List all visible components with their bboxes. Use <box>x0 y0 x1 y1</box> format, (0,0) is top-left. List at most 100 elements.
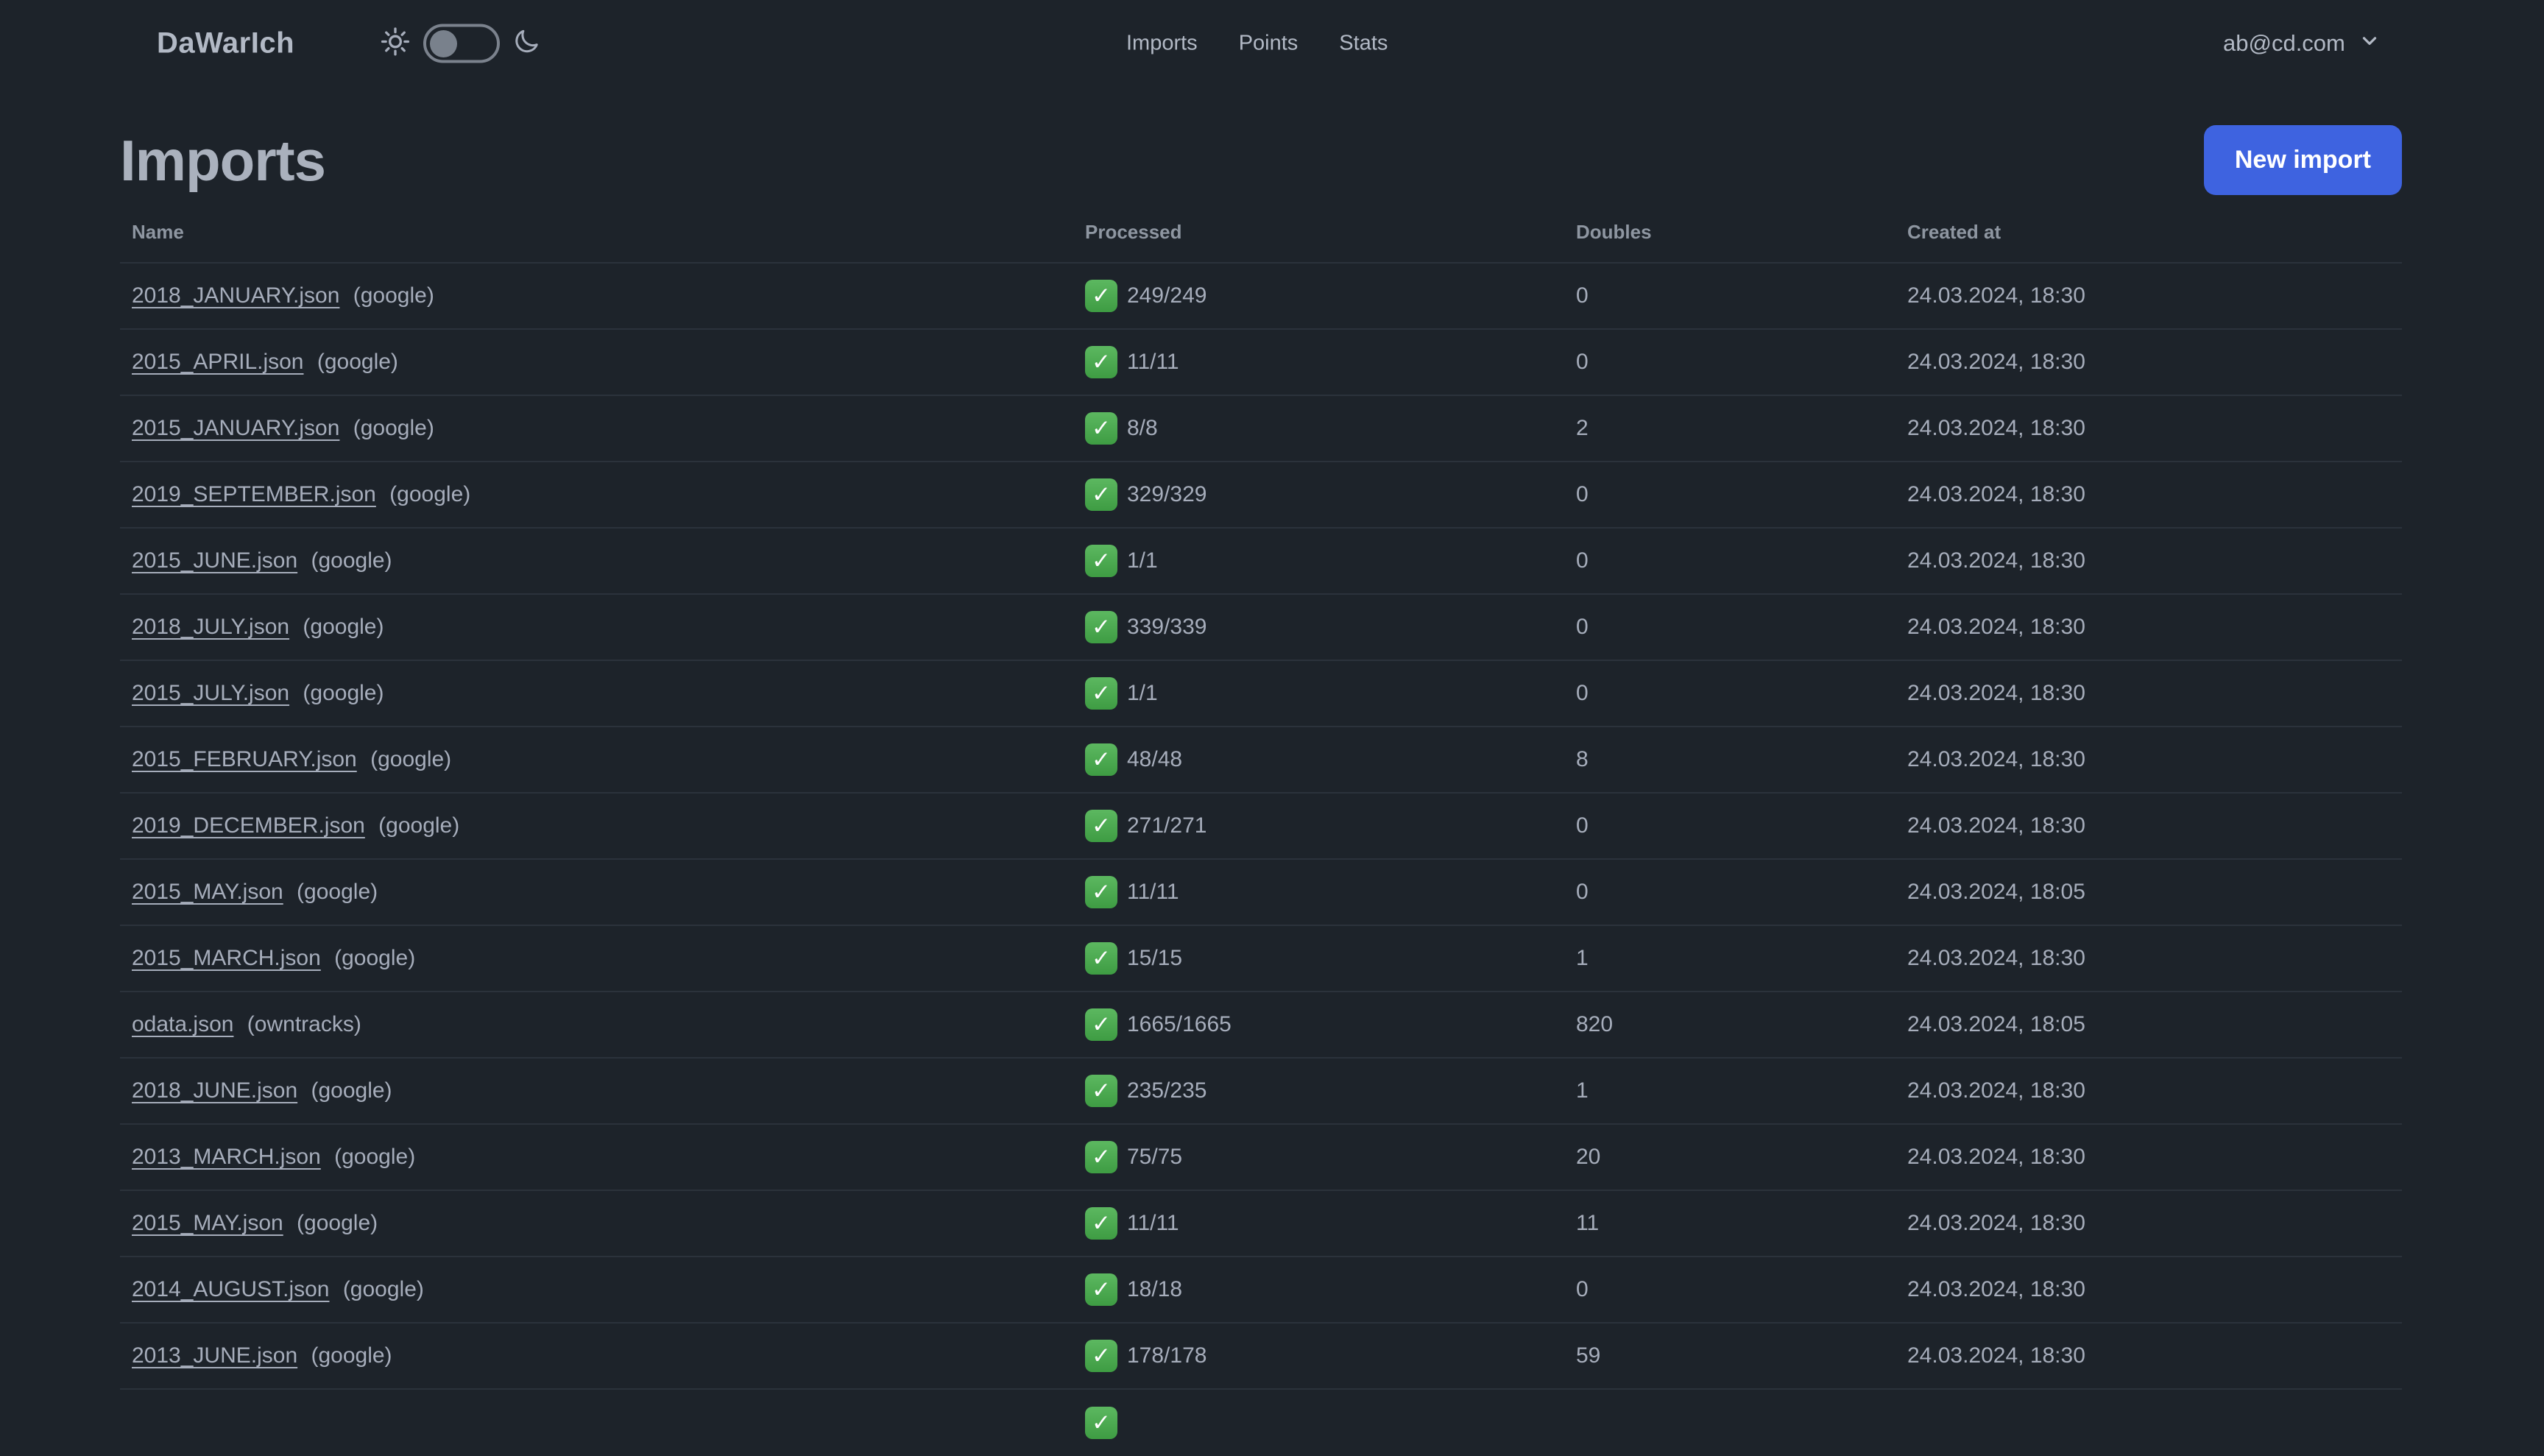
import-file-link[interactable]: 2014_AUGUST.json <box>132 1277 329 1301</box>
cell-doubles: 0 <box>1576 880 1589 904</box>
table-body: 2018_JANUARY.json (google) ✓ 249/249 0 2… <box>120 264 2402 1456</box>
cell-processed: ✓ 249/249 <box>1073 280 1564 312</box>
import-file-link[interactable]: 2015_JULY.json <box>132 681 289 705</box>
check-icon: ✓ <box>1085 677 1117 710</box>
cell-doubles: 8 <box>1576 747 1589 771</box>
processed-count: 75/75 <box>1127 1145 1183 1169</box>
cell-created-at: 24.03.2024, 18:30 <box>1907 681 2085 705</box>
cell-created-at: 24.03.2024, 18:30 <box>1907 615 2085 639</box>
import-source: (owntracks) <box>241 1012 361 1036</box>
table-row: 2019_DECEMBER.json (google) ✓ 271/271 0 … <box>120 794 2402 860</box>
processed-count: 18/18 <box>1127 1277 1183 1301</box>
import-source: (google) <box>311 350 398 374</box>
check-icon: ✓ <box>1085 1273 1117 1306</box>
import-source: (google) <box>290 880 378 904</box>
processed-count: 1/1 <box>1127 681 1158 705</box>
account-menu-trigger[interactable]: ab@cd.com <box>2223 29 2381 57</box>
table-row: 2015_JUNE.json (google) ✓ 1/1 0 24.03.20… <box>120 529 2402 595</box>
cell-name: 2014_AUGUST.json (google) <box>120 1277 1073 1302</box>
import-file-link[interactable]: 2015_MARCH.json <box>132 946 321 970</box>
check-icon: ✓ <box>1085 280 1117 312</box>
check-icon: ✓ <box>1085 1207 1117 1240</box>
import-source: (google) <box>364 747 452 771</box>
table-row: 2015_MARCH.json (google) ✓ 15/15 1 24.03… <box>120 926 2402 992</box>
processed-count: 1/1 <box>1127 548 1158 573</box>
import-source: (google) <box>290 1211 378 1235</box>
imports-table: Name Processed Doubles Created at 2018_J… <box>120 202 2402 1456</box>
cell-processed: ✓ 48/48 <box>1073 743 1564 776</box>
import-file-link[interactable]: 2019_SEPTEMBER.json <box>132 482 376 506</box>
cell-created-at: 24.03.2024, 18:30 <box>1907 813 2085 838</box>
import-file-link[interactable]: 2018_JULY.json <box>132 615 289 639</box>
main-nav: Imports Points Stats <box>1126 32 1388 56</box>
table-row: odata.json (owntracks) ✓ 1665/1665 820 2… <box>120 992 2402 1059</box>
cell-processed: ✓ <box>1073 1407 1564 1439</box>
cell-processed: ✓ 75/75 <box>1073 1141 1564 1173</box>
import-file-link[interactable]: 2015_JANUARY.json <box>132 416 339 440</box>
theme-toggle[interactable] <box>423 24 500 63</box>
cell-doubles: 2 <box>1576 416 1589 440</box>
check-icon: ✓ <box>1085 545 1117 577</box>
import-file-link[interactable]: 2015_MAY.json <box>132 880 283 904</box>
check-icon: ✓ <box>1085 743 1117 776</box>
processed-count: 11/11 <box>1127 1211 1179 1235</box>
cell-name: 2019_DECEMBER.json (google) <box>120 813 1073 838</box>
import-source: (google) <box>305 548 392 573</box>
table-row: 2018_JANUARY.json (google) ✓ 249/249 0 2… <box>120 264 2402 330</box>
cell-processed: ✓ 329/329 <box>1073 478 1564 511</box>
check-icon: ✓ <box>1085 942 1117 975</box>
imports-page: Imports New import Name Processed Double… <box>120 125 2402 1456</box>
cell-processed: ✓ 11/11 <box>1073 1207 1564 1240</box>
import-file-link[interactable]: 2019_DECEMBER.json <box>132 813 365 838</box>
import-source: (google) <box>383 482 471 506</box>
cell-created-at: 24.03.2024, 18:30 <box>1907 1277 2085 1301</box>
cell-created-at: 24.03.2024, 18:30 <box>1907 416 2085 440</box>
new-import-button[interactable]: New import <box>2203 125 2402 195</box>
cell-created-at: 24.03.2024, 18:30 <box>1907 946 2085 970</box>
import-file-link[interactable]: 2018_JUNE.json <box>132 1078 297 1103</box>
check-icon: ✓ <box>1085 478 1117 511</box>
check-icon: ✓ <box>1085 611 1117 643</box>
cell-created-at: 24.03.2024, 18:30 <box>1907 1211 2085 1235</box>
column-header-created-at: Created at <box>1907 221 2001 243</box>
processed-count: 329/329 <box>1127 482 1207 506</box>
nav-item-stats[interactable]: Stats <box>1339 32 1388 56</box>
page-header: Imports New import <box>120 125 2402 195</box>
processed-count: 178/178 <box>1127 1343 1207 1368</box>
column-header-processed: Processed <box>1085 221 1182 243</box>
cell-name: 2013_JUNE.json (google) <box>120 1343 1073 1368</box>
import-source: (google) <box>347 283 434 308</box>
import-source: (google) <box>305 1343 392 1368</box>
processed-count: 11/11 <box>1127 350 1179 374</box>
import-file-link[interactable]: 2015_FEBRUARY.json <box>132 747 357 771</box>
import-file-link[interactable]: 2018_JANUARY.json <box>132 283 339 308</box>
nav-item-points[interactable]: Points <box>1239 32 1298 56</box>
import-source: (google) <box>372 813 460 838</box>
import-file-link[interactable]: 2015_MAY.json <box>132 1211 283 1235</box>
import-file-link[interactable]: 2013_MARCH.json <box>132 1145 321 1169</box>
cell-processed: ✓ 271/271 <box>1073 810 1564 842</box>
check-icon: ✓ <box>1085 412 1117 445</box>
cell-processed: ✓ 1665/1665 <box>1073 1008 1564 1041</box>
processed-count: 15/15 <box>1127 946 1183 970</box>
cell-processed: ✓ 178/178 <box>1073 1340 1564 1372</box>
cell-name <box>120 1410 1073 1435</box>
cell-name: 2015_JUNE.json (google) <box>120 548 1073 573</box>
import-file-link[interactable]: 2013_JUNE.json <box>132 1343 297 1368</box>
table-row: 2015_JULY.json (google) ✓ 1/1 0 24.03.20… <box>120 661 2402 727</box>
import-file-link[interactable]: 2015_JUNE.json <box>132 548 297 573</box>
import-file-link[interactable]: odata.json <box>132 1012 233 1036</box>
cell-name: 2015_JANUARY.json (google) <box>120 416 1073 441</box>
cell-created-at: 24.03.2024, 18:30 <box>1907 1343 2085 1368</box>
import-source: (google) <box>328 946 416 970</box>
check-icon: ✓ <box>1085 346 1117 378</box>
cell-created-at: 24.03.2024, 18:05 <box>1907 1012 2085 1036</box>
cell-created-at: 24.03.2024, 18:30 <box>1907 350 2085 374</box>
column-header-doubles: Doubles <box>1576 221 1652 243</box>
app-logo[interactable]: DaWarIch <box>157 27 294 60</box>
import-file-link[interactable]: 2015_APRIL.json <box>132 350 304 374</box>
nav-item-imports[interactable]: Imports <box>1126 32 1198 56</box>
cell-doubles: 0 <box>1576 482 1589 506</box>
import-source: (google) <box>305 1078 392 1103</box>
page-title: Imports <box>120 127 326 193</box>
